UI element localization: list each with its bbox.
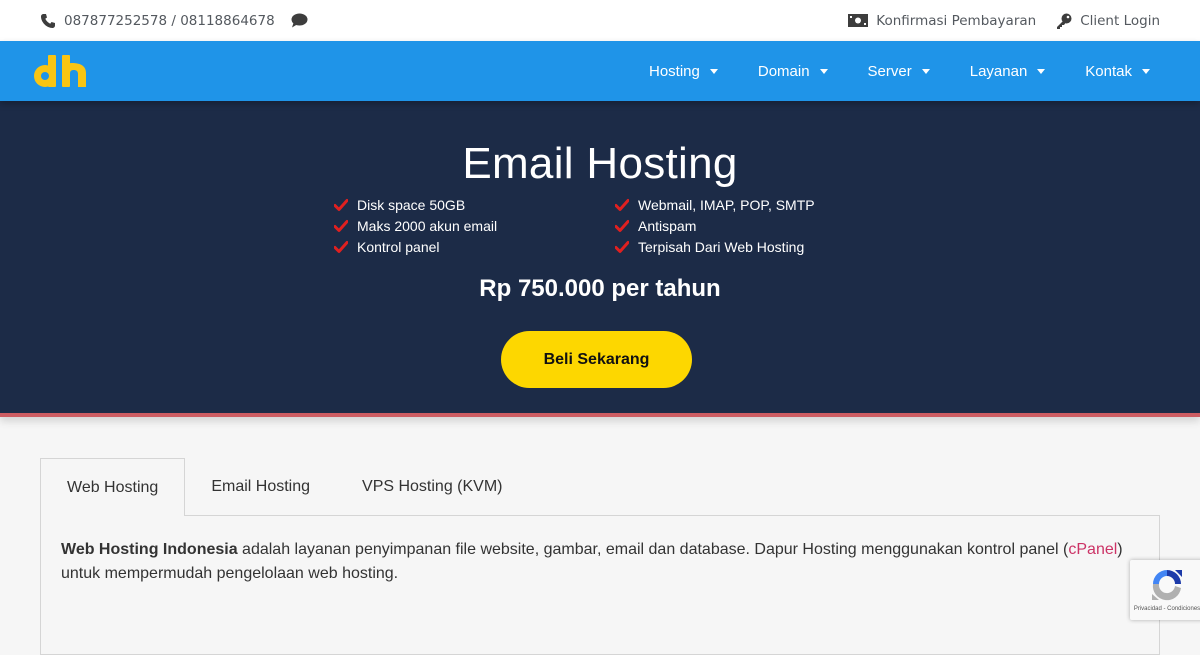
nav-item-label: Server — [867, 62, 912, 80]
feature-item: Terpisah Dari Web Hosting — [615, 236, 896, 257]
main-navbar: Hosting Domain Server Layanan Kontak — [0, 41, 1200, 101]
price-label: Rp 750.000 per tahun — [479, 275, 721, 302]
tab-email-hosting[interactable]: Email Hosting — [185, 458, 336, 516]
feature-item: Antispam — [615, 215, 896, 236]
chat-bubble-icon[interactable] — [291, 13, 308, 28]
hero-section: Email Hosting Disk space 50GB Maks 2000 … — [0, 101, 1200, 417]
nav-item-label: Hosting — [649, 62, 700, 80]
feature-text: Antispam — [638, 217, 697, 234]
phone-numbers: 087877252578 / 08118864678 — [64, 12, 275, 29]
payment-confirmation-label: Konfirmasi Pembayaran — [876, 12, 1037, 29]
tab-panel-web-hosting: Web Hosting Indonesia adalah layanan pen… — [40, 515, 1160, 655]
tab-panel-description: Web Hosting Indonesia adalah layanan pen… — [61, 538, 1141, 586]
feature-item: Kontrol panel — [334, 236, 615, 257]
feature-column-right: Webmail, IMAP, POP, SMTP Antispam Terpis… — [615, 194, 896, 257]
payment-confirmation-link[interactable]: Konfirmasi Pembayaran — [848, 13, 1036, 29]
contact-info: 087877252578 / 08118864678 — [40, 13, 308, 29]
feature-item: Webmail, IMAP, POP, SMTP — [615, 194, 896, 215]
feature-text: Webmail, IMAP, POP, SMTP — [638, 196, 815, 213]
client-login-link[interactable]: Client Login — [1056, 13, 1160, 29]
feature-text: Maks 2000 akun email — [357, 217, 498, 234]
check-icon — [615, 240, 629, 253]
feature-text: Terpisah Dari Web Hosting — [638, 238, 805, 255]
feature-list: Disk space 50GB Maks 2000 akun email Kon… — [334, 194, 896, 257]
nav-item-label: Domain — [757, 62, 810, 80]
account-links: Konfirmasi Pembayaran Client Login — [828, 13, 1160, 29]
feature-item: Disk space 50GB — [334, 194, 615, 215]
check-icon — [615, 219, 629, 232]
hosting-tabs: Web Hosting Email Hosting VPS Hosting (K… — [40, 458, 529, 516]
key-icon — [1056, 13, 1072, 29]
recaptcha-legal-links[interactable]: Privacidad - Condiciones — [1134, 606, 1200, 612]
feature-column-left: Disk space 50GB Maks 2000 akun email Kon… — [334, 194, 615, 257]
caret-down-icon — [1037, 68, 1046, 74]
nav-item-kontak[interactable]: Kontak — [1075, 63, 1160, 80]
top-bar: 087877252578 / 08118864678 Konfirmasi Pe… — [0, 0, 1200, 41]
hero-title: Email Hosting — [462, 139, 738, 188]
feature-item: Maks 2000 akun email — [334, 215, 615, 236]
nav-item-layanan[interactable]: Layanan — [960, 63, 1056, 80]
check-icon — [334, 198, 348, 211]
feature-text: Kontrol panel — [357, 238, 440, 255]
description-bold: Web Hosting Indonesia — [61, 541, 238, 558]
caret-down-icon — [921, 68, 930, 74]
check-icon — [615, 198, 629, 211]
tab-web-hosting[interactable]: Web Hosting — [40, 458, 186, 516]
phone-icon — [40, 13, 56, 29]
client-login-label: Client Login — [1080, 12, 1160, 29]
caret-down-icon — [819, 68, 828, 74]
description-text: adalah layanan penyimpanan file website,… — [237, 541, 1069, 558]
nav-item-label: Kontak — [1085, 62, 1132, 80]
buy-now-button[interactable]: Beli Sekarang — [501, 331, 692, 388]
nav-item-label: Layanan — [969, 62, 1028, 80]
cpanel-link[interactable]: cPanel — [1068, 541, 1117, 558]
site-logo[interactable] — [32, 53, 88, 89]
feature-text: Disk space 50GB — [357, 196, 466, 213]
recaptcha-badge[interactable]: Privacidad - Condiciones — [1130, 560, 1200, 620]
nav-item-domain[interactable]: Domain — [748, 63, 838, 80]
check-icon — [334, 240, 348, 253]
money-bill-icon — [848, 14, 869, 27]
caret-down-icon — [709, 68, 718, 74]
main-menu: Hosting Domain Server Layanan Kontak — [619, 63, 1160, 80]
phone-contact[interactable]: 087877252578 / 08118864678 — [40, 13, 275, 29]
nav-item-server[interactable]: Server — [858, 63, 940, 80]
nav-item-hosting[interactable]: Hosting — [639, 63, 728, 80]
tab-vps-hosting[interactable]: VPS Hosting (KVM) — [336, 458, 528, 516]
recaptcha-icon — [1152, 570, 1182, 601]
caret-down-icon — [1142, 68, 1150, 74]
check-icon — [334, 219, 348, 232]
